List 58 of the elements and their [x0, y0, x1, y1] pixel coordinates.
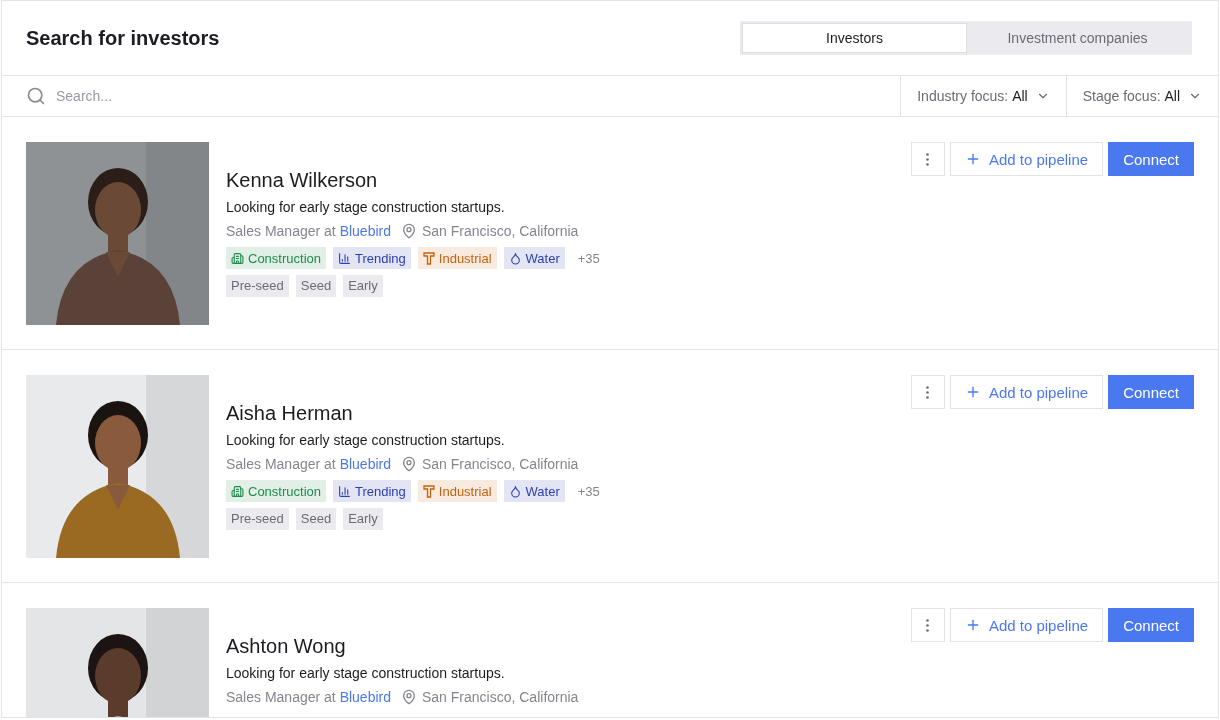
- job-title: Sales Manager at Bluebird: [226, 456, 391, 472]
- add-to-pipeline-button[interactable]: Add to pipeline: [949, 608, 1104, 642]
- stage-tag: Seed: [295, 508, 337, 530]
- company-link[interactable]: Bluebird: [339, 689, 391, 705]
- investor-name: Kenna Wilkerson: [226, 169, 379, 192]
- building-icon: [231, 251, 244, 265]
- page-title: Search for investors: [26, 26, 220, 50]
- company-link[interactable]: Bluebird: [339, 223, 391, 239]
- more-options-icon: [926, 385, 930, 399]
- add-to-pipeline-button[interactable]: Add to pipeline: [949, 375, 1104, 409]
- beam-icon: [422, 251, 435, 265]
- industry-tag: Trending: [333, 480, 411, 502]
- industry-tag: Construction: [226, 247, 326, 269]
- building-icon: [231, 484, 244, 498]
- more-options-icon: [926, 152, 930, 166]
- stage-tag: Seed: [295, 275, 337, 297]
- location-pin-icon: [401, 223, 417, 239]
- location-pin-icon: [401, 689, 417, 705]
- investor-name: Ashton Wong: [226, 635, 347, 658]
- location: San Francisco, California: [422, 689, 579, 705]
- beam-icon: [422, 484, 435, 498]
- more-tags-count: +35: [577, 250, 600, 266]
- investor-bio: Looking for early stage construction startups.: [226, 199, 506, 215]
- more-options-button[interactable]: [910, 142, 945, 176]
- job-title: Sales Manager at Bluebird: [226, 689, 391, 705]
- stage-tag: Early: [343, 508, 383, 530]
- company-link[interactable]: Bluebird: [339, 456, 391, 472]
- bar-chart-icon: [338, 251, 351, 265]
- connect-button[interactable]: Connect: [1108, 375, 1194, 409]
- industry-tag: Construction: [226, 480, 326, 502]
- stage-tag: Pre-seed: [226, 508, 289, 530]
- more-options-button[interactable]: [910, 608, 945, 642]
- investor-bio: Looking for early stage construction startups.: [226, 432, 506, 448]
- industry-tag: Industrial: [417, 480, 497, 502]
- search-icon: [26, 86, 46, 106]
- industry-tag: Water: [503, 480, 565, 502]
- investor-bio: Looking for early stage construction startups.: [226, 665, 506, 681]
- more-tags-count: +35: [577, 483, 600, 499]
- connect-button[interactable]: Connect: [1108, 142, 1194, 176]
- stage-tag: Pre-seed: [226, 275, 289, 297]
- investor-name: Aisha Herman: [226, 402, 354, 425]
- location-pin-icon: [401, 456, 417, 472]
- drop-icon: [508, 484, 522, 498]
- industry-tag: Trending: [333, 247, 411, 269]
- tab[interactable]: Investors: [743, 24, 966, 52]
- more-options-button[interactable]: [910, 375, 945, 409]
- connect-button[interactable]: Connect: [1108, 608, 1194, 642]
- industry-tag: Industrial: [417, 247, 497, 269]
- industry-tag: Water: [503, 247, 565, 269]
- drop-icon: [508, 251, 522, 265]
- location: San Francisco, California: [422, 223, 579, 239]
- tab[interactable]: Investment companies: [966, 24, 1189, 52]
- location: San Francisco, California: [422, 456, 579, 472]
- stage-tag: Early: [343, 275, 383, 297]
- more-options-icon: [926, 618, 930, 632]
- job-title: Sales Manager at Bluebird: [226, 223, 391, 239]
- add-to-pipeline-button[interactable]: Add to pipeline: [949, 142, 1104, 176]
- bar-chart-icon: [338, 484, 351, 498]
